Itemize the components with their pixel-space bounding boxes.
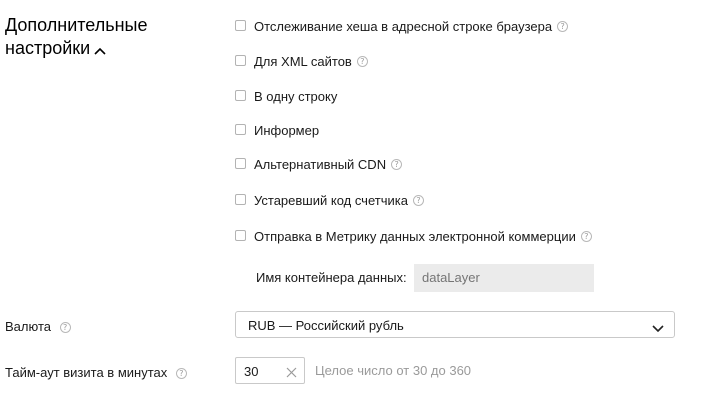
section-title-line2: настройки bbox=[5, 38, 91, 58]
timeout-hint: Целое число от 30 до 360 bbox=[315, 363, 472, 378]
checkbox[interactable] bbox=[235, 229, 246, 241]
option-single-line[interactable]: В одну строку bbox=[235, 87, 337, 105]
timeout-label-row: Тайм-аут визита в минутах ? bbox=[5, 365, 187, 380]
option-alt-cdn[interactable]: Альтернативный CDN ? bbox=[235, 155, 403, 173]
checkbox[interactable] bbox=[235, 193, 246, 205]
checkbox[interactable] bbox=[235, 123, 246, 135]
container-name-label: Имя контейнера данных: bbox=[256, 270, 407, 285]
help-icon[interactable]: ? bbox=[412, 194, 424, 206]
currency-select[interactable]: RUB — Российский рубль bbox=[235, 311, 675, 338]
timeout-value: 30 bbox=[244, 364, 259, 379]
option-xml-sites[interactable]: Для XML сайтов ? bbox=[235, 52, 368, 70]
section-title-line1: Дополнительные bbox=[5, 15, 148, 35]
option-legacy-code[interactable]: Устаревший код счетчика ? bbox=[235, 191, 424, 209]
option-hash-tracking[interactable]: Отслеживание хеша в адресной строке брау… bbox=[235, 17, 569, 35]
currency-value: RUB — Российский рубль bbox=[248, 318, 404, 333]
timeout-label: Тайм-аут визита в минутах bbox=[5, 365, 168, 380]
option-label: Для XML сайтов bbox=[254, 53, 352, 69]
chevron-down-icon bbox=[652, 320, 664, 338]
help-icon[interactable]: ? bbox=[59, 322, 71, 334]
currency-label: Валюта bbox=[5, 319, 51, 334]
option-informer[interactable]: Информер bbox=[235, 121, 319, 139]
clear-icon[interactable] bbox=[286, 365, 297, 383]
option-label: Информер bbox=[254, 122, 320, 138]
help-icon[interactable]: ? bbox=[557, 20, 569, 32]
help-icon[interactable]: ? bbox=[175, 368, 187, 380]
timeout-input[interactable]: 30 bbox=[235, 357, 305, 384]
chevron-up-icon[interactable] bbox=[94, 38, 106, 61]
checkbox[interactable] bbox=[235, 89, 246, 101]
option-label: В одну строку bbox=[254, 88, 338, 104]
option-label: Отправка в Метрику данных электронной ко… bbox=[254, 228, 576, 244]
checkbox[interactable] bbox=[235, 157, 246, 169]
option-label: Отслеживание хеша в адресной строке брау… bbox=[254, 18, 553, 34]
container-name-input[interactable] bbox=[414, 264, 594, 292]
option-ecommerce[interactable]: Отправка в Метрику данных электронной ко… bbox=[235, 227, 592, 245]
checkbox[interactable] bbox=[235, 54, 246, 66]
option-label: Альтернативный CDN bbox=[254, 156, 387, 172]
help-icon[interactable]: ? bbox=[580, 230, 592, 242]
help-icon[interactable]: ? bbox=[356, 55, 368, 67]
section-title[interactable]: Дополнительные настройки bbox=[5, 14, 148, 61]
option-label: Устаревший код счетчика bbox=[254, 192, 408, 208]
help-icon[interactable]: ? bbox=[391, 158, 403, 170]
checkbox[interactable] bbox=[235, 19, 246, 31]
currency-label-row: Валюта ? bbox=[5, 319, 71, 334]
